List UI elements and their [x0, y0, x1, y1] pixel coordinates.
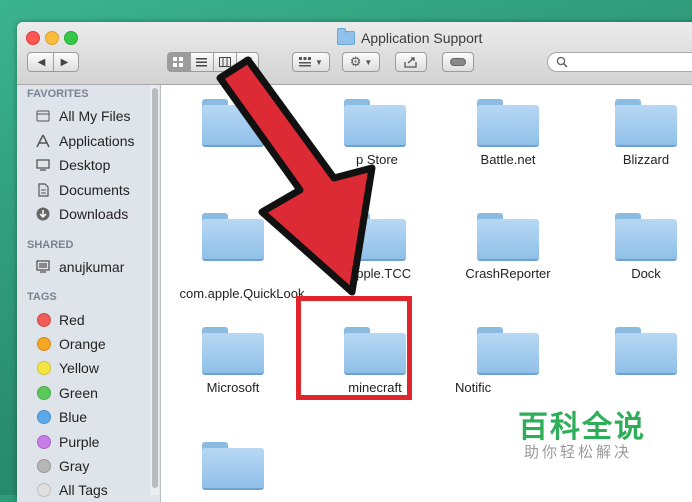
- watermark-subtitle: 助你轻松解决: [524, 444, 633, 461]
- watermark-title: 百科全说: [518, 411, 646, 444]
